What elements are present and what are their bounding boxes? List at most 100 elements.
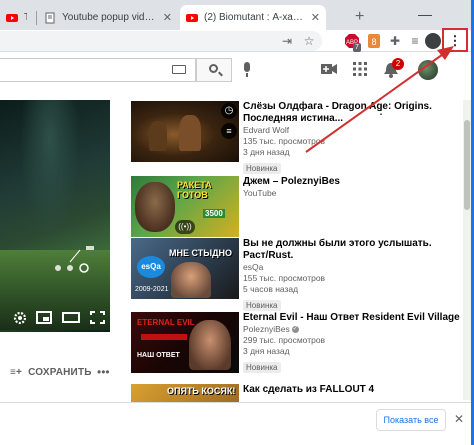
player-controls	[13, 311, 105, 325]
thumbnail-caption: РАКЕТА ГОТОВ	[177, 180, 212, 200]
close-tab-icon[interactable]: ✕	[311, 11, 320, 24]
recommendation-item[interactable]: ◷ ≡ Слёзы Олдфага - Dragon Age: Origins.…	[131, 101, 471, 174]
view-count: 299 тыс. просмотров	[243, 335, 326, 345]
tab-biomutant[interactable]: (2) Biomutant : А-ха-ха это вы ✕	[180, 5, 326, 30]
page-scrollbar[interactable]	[463, 100, 471, 400]
tab-popup-video[interactable]: Youtube popup video - Интер ✕	[38, 5, 178, 30]
tab-label: (2) Biomutant : А-ха-ха это вы	[204, 12, 305, 23]
fullscreen-icon[interactable]	[90, 311, 105, 324]
view-count: 155 тыс. просмотров	[243, 273, 326, 283]
search-icon	[209, 64, 218, 73]
video-info: Eternal Evil - Наш Ответ Resident Evil V…	[243, 312, 468, 375]
puzzle-extensions-icon[interactable]: ✚	[387, 33, 403, 49]
channel-name[interactable]: Edvard Wolf	[243, 125, 468, 136]
upload-age: 3 дня назад	[243, 346, 290, 356]
svg-text:8: 8	[371, 37, 376, 47]
video-title[interactable]: Как сделать из FALLOUT 4	[243, 384, 468, 396]
video-title[interactable]: Джем – PoleznyiBes	[243, 176, 468, 188]
recommendation-item[interactable]: ОПЯТЬ КОСЯК! Как сделать из FALLOUT 4	[131, 384, 471, 402]
upload-age: 3 дня назад	[243, 147, 290, 157]
video-thumbnail[interactable]: ОПЯТЬ КОСЯК!	[131, 384, 239, 402]
user-avatar[interactable]	[418, 60, 438, 80]
thumbnail-banner	[141, 334, 187, 340]
recommendation-item[interactable]: esQa МНЕ СТЫДНО 2009-2021 Вы не должны б…	[131, 238, 471, 311]
video-info: Джем – PoleznyiBes YouTube	[243, 176, 468, 199]
thumbnail-year-range: 2009-2021	[135, 286, 169, 293]
video-thumbnail[interactable]: ◷ ≡	[131, 101, 239, 162]
watch-later-icon[interactable]: ◷	[221, 103, 237, 119]
settings-gear-icon[interactable]	[13, 311, 27, 325]
create-video-icon[interactable]	[321, 63, 337, 75]
esqa-logo: esQa	[137, 256, 165, 278]
thumbnail-caption: МНЕ СТЫДНО	[169, 248, 232, 258]
thumbnail-face	[189, 320, 231, 370]
close-tab-icon[interactable]: ✕	[163, 11, 172, 24]
minimize-button[interactable]: —	[418, 6, 432, 22]
more-actions-button[interactable]: •••	[97, 365, 110, 379]
install-app-icon[interactable]: ⇥	[279, 33, 295, 49]
new-badge: Новинка	[243, 362, 281, 373]
tab-label: Tub	[24, 12, 27, 23]
thumbnail-number: 3500	[203, 209, 225, 218]
browser-window: Tub Youtube popup video - Интер ✕ (2) Bi…	[0, 0, 474, 445]
upload-age: 5 часов назад	[243, 284, 299, 294]
video-player[interactable]	[0, 100, 110, 332]
thumbnail-figure	[179, 115, 201, 151]
extension-badge: 7	[353, 43, 361, 52]
video-frame-foliage	[20, 100, 80, 240]
thumbnail-subcaption: НАШ ОТВЕТ	[137, 352, 180, 359]
document-icon	[45, 12, 55, 23]
theater-mode-icon[interactable]	[62, 312, 80, 323]
orange-extension-icon[interactable]: 8	[366, 33, 382, 49]
miniplayer-icon[interactable]	[36, 311, 52, 324]
address-bar[interactable]	[0, 31, 322, 51]
new-tab-button[interactable]: +	[355, 8, 364, 26]
tab-separator	[36, 11, 37, 25]
search-button[interactable]	[196, 58, 232, 82]
save-label: СОХРАНИТЬ	[28, 367, 92, 378]
playlist-add-icon: ≡+	[10, 367, 23, 378]
video-menu-icon[interactable]: ⋮	[375, 103, 387, 117]
microphone-icon[interactable]	[244, 62, 250, 77]
tab-youtube-1[interactable]: Tub	[0, 5, 33, 30]
video-info: Вы не должны были этого услышать. Раст/R…	[243, 238, 468, 313]
video-overlay-hud	[55, 246, 94, 273]
channel-name[interactable]: YouTube	[243, 188, 468, 199]
live-radio-icon: ((•))	[175, 220, 195, 234]
recommendation-item[interactable]: ETERNAL EVIL НАШ ОТВЕТ Eternal Evil - На…	[131, 312, 471, 380]
video-info: Как сделать из FALLOUT 4	[243, 384, 468, 396]
video-title[interactable]: Вы не должны были этого услышать. Раст/R…	[243, 238, 468, 262]
notification-count-badge: 2	[392, 58, 404, 70]
browser-menu-button[interactable]: ⋮	[447, 33, 463, 49]
new-badge: Новинка	[243, 300, 281, 311]
channel-name-text: PoleznyiBes	[243, 324, 290, 334]
new-badge: Новинка	[243, 163, 281, 174]
keyboard-icon[interactable]	[172, 65, 186, 74]
video-thumbnail[interactable]: ETERNAL EVIL НАШ ОТВЕТ	[131, 312, 239, 373]
thumbnail-caption: ОПЯТЬ КОСЯК!	[167, 386, 236, 396]
youtube-icon	[6, 13, 18, 22]
bookmark-star-icon[interactable]: ☆	[301, 33, 317, 49]
video-title[interactable]: Eternal Evil - Наш Ответ Resident Evil V…	[243, 312, 468, 324]
thumbnail-figure	[149, 121, 167, 151]
channel-name[interactable]: PoleznyiBes ✓	[243, 324, 468, 335]
thumbnail-raccoon	[135, 182, 175, 232]
recommendation-item[interactable]: РАКЕТА ГОТОВ 3500 ((•)) Джем – PoleznyiB…	[131, 176, 471, 238]
close-download-shelf-icon[interactable]: ✕	[454, 412, 464, 426]
show-all-downloads-button[interactable]: Показать все	[376, 409, 446, 431]
media-control-icon[interactable]: ≡	[407, 33, 423, 49]
youtube-search-input[interactable]	[0, 58, 196, 82]
youtube-icon	[186, 13, 198, 22]
apps-grid-icon[interactable]	[353, 62, 367, 76]
tab-strip: Tub Youtube popup video - Интер ✕ (2) Bi…	[0, 0, 471, 30]
channel-name[interactable]: esQa	[243, 262, 468, 273]
video-thumbnail[interactable]: РАКЕТА ГОТОВ 3500 ((•))	[131, 176, 239, 237]
add-to-queue-icon[interactable]: ≡	[221, 123, 237, 139]
profile-avatar[interactable]	[425, 33, 441, 49]
video-title[interactable]: Слёзы Олдфага - Dragon Age: Origins. Пос…	[243, 101, 468, 125]
video-thumbnail[interactable]: esQa МНЕ СТЫДНО 2009-2021	[131, 238, 239, 299]
save-to-playlist-button[interactable]: ≡+ СОХРАНИТЬ	[10, 367, 92, 378]
thumbnail-face	[171, 262, 211, 298]
verified-check-icon: ✓	[291, 326, 299, 334]
view-count: 135 тыс. просмотров	[243, 136, 326, 146]
